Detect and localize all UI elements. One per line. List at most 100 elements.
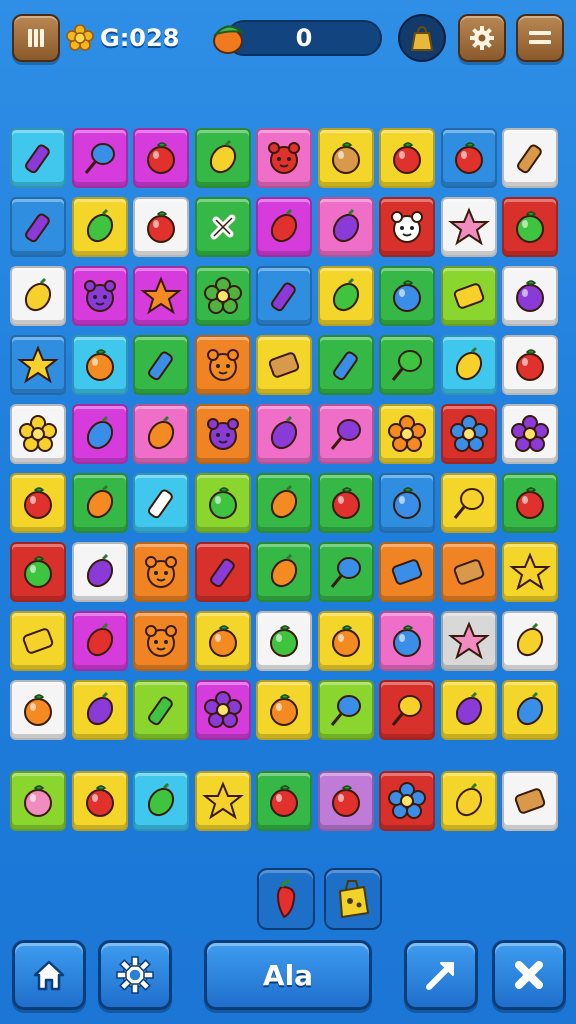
bottom-settings-button[interactable]: [98, 940, 172, 1010]
tile[interactable]: [502, 473, 558, 533]
tile[interactable]: [194, 771, 251, 831]
bag-button[interactable]: [398, 14, 446, 62]
tile[interactable]: [317, 473, 374, 533]
tile[interactable]: [317, 404, 374, 464]
menu-button[interactable]: [516, 14, 564, 62]
tile[interactable]: [10, 771, 66, 831]
tile[interactable]: [317, 680, 374, 740]
tile[interactable]: [10, 197, 66, 257]
tile[interactable]: [502, 680, 558, 740]
tile[interactable]: [133, 197, 189, 257]
tile[interactable]: [317, 197, 374, 257]
tile[interactable]: [317, 771, 374, 831]
tile[interactable]: [194, 266, 251, 326]
tile[interactable]: [133, 473, 189, 533]
tile[interactable]: [133, 404, 189, 464]
tile[interactable]: [71, 473, 128, 533]
tray-slot-2[interactable]: [324, 868, 382, 930]
tile[interactable]: [379, 611, 435, 671]
tile[interactable]: [71, 404, 128, 464]
tile[interactable]: [133, 335, 189, 395]
tile[interactable]: [71, 680, 128, 740]
tile[interactable]: [10, 542, 66, 602]
tile[interactable]: [440, 473, 497, 533]
tile[interactable]: [133, 128, 189, 188]
tile[interactable]: [317, 266, 374, 326]
tile[interactable]: [10, 335, 66, 395]
tile[interactable]: [256, 128, 312, 188]
tile[interactable]: [379, 542, 435, 602]
tile[interactable]: [379, 335, 435, 395]
tile[interactable]: [256, 197, 312, 257]
tile[interactable]: [379, 266, 435, 326]
tile[interactable]: [194, 542, 251, 602]
tile[interactable]: [133, 771, 189, 831]
tile[interactable]: [71, 128, 128, 188]
tile[interactable]: [317, 542, 374, 602]
tile[interactable]: [71, 197, 128, 257]
tile[interactable]: [502, 266, 558, 326]
tile[interactable]: [440, 197, 497, 257]
tile[interactable]: [256, 473, 312, 533]
tile[interactable]: [256, 771, 312, 831]
tile[interactable]: [256, 611, 312, 671]
tile[interactable]: [10, 680, 66, 740]
tile[interactable]: [440, 542, 497, 602]
tile[interactable]: [502, 542, 558, 602]
tile[interactable]: [379, 128, 435, 188]
tile[interactable]: [256, 335, 312, 395]
tile[interactable]: [502, 197, 558, 257]
tile[interactable]: [133, 542, 189, 602]
tile[interactable]: [71, 542, 128, 602]
tile[interactable]: [256, 680, 312, 740]
tile[interactable]: [440, 128, 497, 188]
tile[interactable]: [256, 266, 312, 326]
tile[interactable]: [440, 771, 497, 831]
tile[interactable]: [440, 404, 497, 464]
tile[interactable]: [502, 611, 558, 671]
tile[interactable]: [133, 266, 189, 326]
tile[interactable]: [194, 335, 251, 395]
tile[interactable]: [194, 128, 251, 188]
tile[interactable]: [440, 680, 497, 740]
tile[interactable]: [10, 404, 66, 464]
tile[interactable]: [502, 128, 558, 188]
tile[interactable]: [502, 335, 558, 395]
settings-button[interactable]: [458, 14, 506, 62]
tray-slot-1[interactable]: [257, 868, 315, 930]
home-button[interactable]: [12, 940, 86, 1010]
shuffle-button[interactable]: [492, 940, 566, 1010]
hint-button[interactable]: [404, 940, 478, 1010]
tile[interactable]: [317, 335, 374, 395]
tile[interactable]: [440, 611, 497, 671]
tile[interactable]: [317, 611, 374, 671]
tile[interactable]: [317, 128, 374, 188]
tile[interactable]: [194, 611, 251, 671]
tile[interactable]: [194, 680, 251, 740]
tile[interactable]: [379, 197, 435, 257]
tile[interactable]: [10, 611, 66, 671]
tile[interactable]: [194, 197, 251, 257]
tile[interactable]: [440, 266, 497, 326]
pause-button[interactable]: [12, 14, 60, 62]
center-action-button[interactable]: Ala: [204, 940, 372, 1010]
tile[interactable]: [71, 335, 128, 395]
tile[interactable]: [71, 771, 128, 831]
tile[interactable]: [379, 473, 435, 533]
tile[interactable]: [502, 404, 558, 464]
tile[interactable]: [10, 128, 66, 188]
tile[interactable]: [440, 335, 497, 395]
tile[interactable]: [379, 404, 435, 464]
tile[interactable]: [133, 680, 189, 740]
tile[interactable]: [256, 404, 312, 464]
tile[interactable]: [379, 771, 435, 831]
tile[interactable]: [10, 266, 66, 326]
tile[interactable]: [194, 473, 251, 533]
tile[interactable]: [10, 473, 66, 533]
tile[interactable]: [256, 542, 312, 602]
tile[interactable]: [71, 611, 128, 671]
tile[interactable]: [194, 404, 251, 464]
tile[interactable]: [71, 266, 128, 326]
tile[interactable]: [379, 680, 435, 740]
tile[interactable]: [133, 611, 189, 671]
